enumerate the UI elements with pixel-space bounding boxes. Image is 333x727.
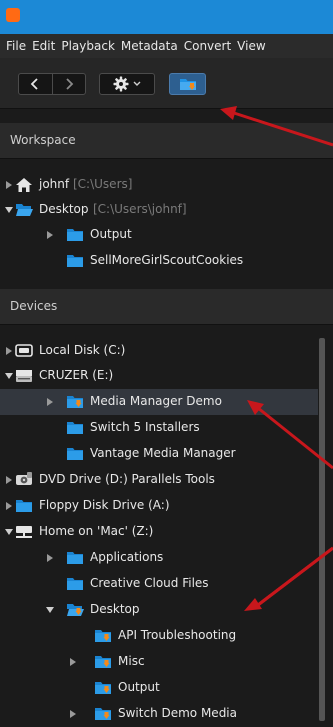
annotation-arrows [220,106,333,611]
annotation-arrow-2 [247,400,333,470]
annotation-arrow-1 [220,106,333,147]
annotation-arrow-4 [244,546,333,611]
